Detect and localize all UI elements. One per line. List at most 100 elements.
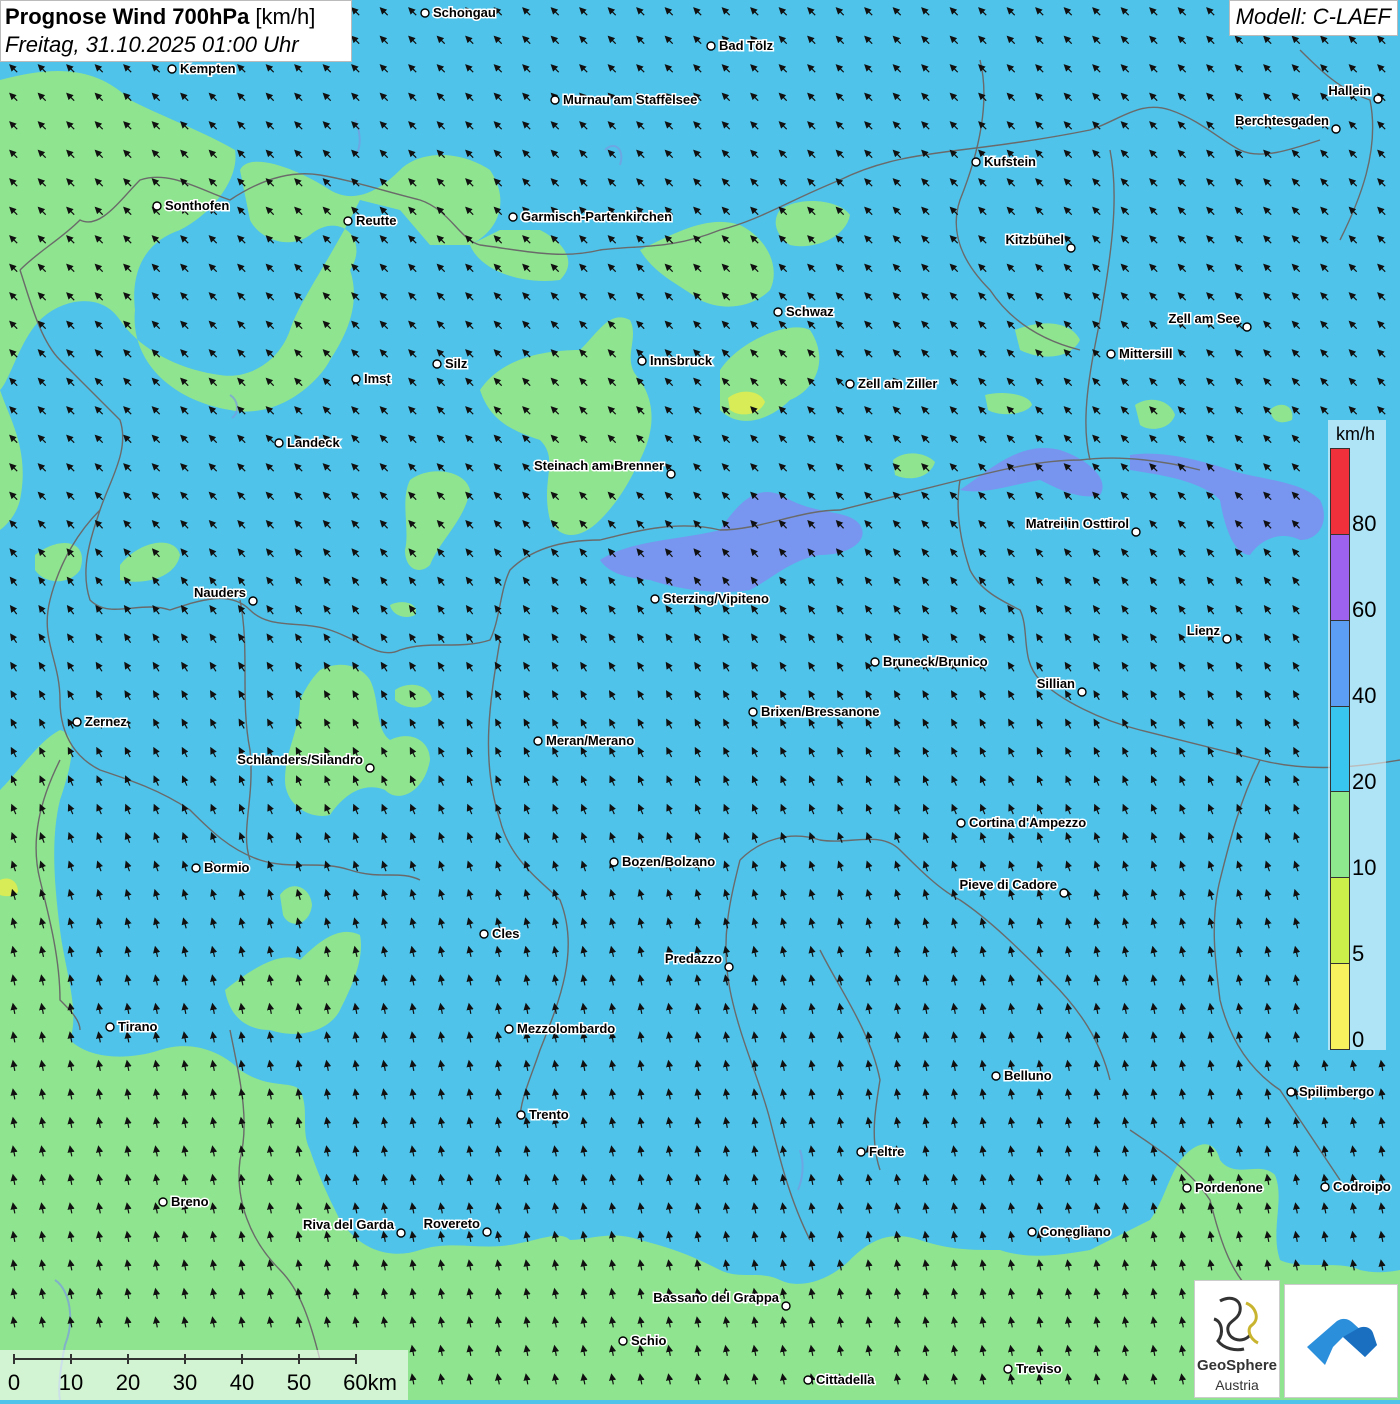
city-marker: Sonthofen <box>152 197 231 215</box>
city-dot <box>870 657 880 667</box>
city-marker: Innsbruck <box>637 352 714 370</box>
city-label: Zell am Ziller <box>858 376 937 391</box>
city-dot <box>1077 687 1087 697</box>
city-label: Pieve di Cadore <box>959 877 1057 892</box>
city-dot <box>365 763 375 773</box>
scale-tick <box>241 1354 243 1364</box>
city-label: Sterzing/Vipiteno <box>663 591 769 606</box>
scale-tick <box>70 1354 72 1364</box>
legend-tick-label: 40 <box>1352 683 1377 708</box>
city-marker: Cortina d'Ampezzo <box>956 814 1088 832</box>
scale-label: 10 <box>58 1370 84 1395</box>
city-marker: Sterzing/Vipiteno <box>650 590 770 608</box>
city-dot <box>781 1301 791 1311</box>
city-label: Zell am See <box>1168 311 1240 326</box>
scale-label: 20 <box>115 1370 141 1395</box>
city-marker: Bruneck/Brunico <box>870 653 989 671</box>
geosphere-logo[interactable]: GeoSphere Austria <box>1194 1280 1280 1398</box>
city-dot <box>748 707 758 717</box>
legend-tick-label: 60 <box>1352 597 1377 622</box>
city-label: Sillian <box>1037 676 1075 691</box>
city-label: Mittersill <box>1119 346 1172 361</box>
model-label: Modell: C-LAEF <box>1228 0 1398 36</box>
city-dot <box>479 929 489 939</box>
city-label: Kitzbühel <box>1006 232 1065 247</box>
city-dot <box>1027 1227 1037 1237</box>
city-dot <box>856 1147 866 1157</box>
city-label: Imst <box>364 371 391 386</box>
city-dot <box>971 157 981 167</box>
city-label: Riva del Garda <box>303 1217 395 1232</box>
city-label: Landeck <box>287 435 341 450</box>
scale-tick <box>127 1354 129 1364</box>
map-title-unit: [km/h] <box>249 4 316 29</box>
partner-logo[interactable] <box>1284 1284 1398 1398</box>
city-label: Treviso <box>1016 1361 1062 1376</box>
city-label: Schwaz <box>786 304 834 319</box>
city-dot <box>803 1375 813 1385</box>
city-dot <box>1373 94 1383 104</box>
city-label: Matrei in Osttirol <box>1026 516 1129 531</box>
city-label: Garmisch-Partenkirchen <box>521 209 672 224</box>
legend-swatch <box>1331 792 1349 879</box>
legend-swatch <box>1331 534 1349 621</box>
scale-tick <box>13 1354 15 1364</box>
map-title: Prognose Wind 700hPa [km/h] <box>5 4 347 30</box>
city-marker: Zell am Ziller <box>845 375 939 393</box>
city-label: Innsbruck <box>650 353 713 368</box>
city-dot <box>618 1336 628 1346</box>
city-dot <box>482 1227 492 1237</box>
city-dot <box>167 64 177 74</box>
city-label: Pordenone <box>1195 1180 1263 1195</box>
scale-tick <box>298 1354 300 1364</box>
legend-unit: km/h <box>1336 424 1376 444</box>
city-label: Trento <box>529 1107 569 1122</box>
city-dot <box>1106 349 1116 359</box>
city-label: Bad Tölz <box>719 38 774 53</box>
city-label: Breno <box>171 1194 209 1209</box>
city-dot <box>1182 1183 1192 1193</box>
city-dot <box>1059 888 1069 898</box>
city-dot <box>1222 634 1232 644</box>
city-label: Murnau am Staffelsee <box>563 92 697 107</box>
city-dot <box>152 201 162 211</box>
city-dot <box>991 1071 1001 1081</box>
city-marker: Pordenone <box>1182 1179 1264 1197</box>
city-label: Cles <box>492 926 519 941</box>
city-dot <box>1331 124 1341 134</box>
city-dot <box>158 1197 168 1207</box>
city-label: Bruneck/Brunico <box>883 654 988 669</box>
legend-swatch <box>1331 878 1349 965</box>
city-label: Meran/Merano <box>546 733 634 748</box>
city-marker: Brixen/Bressanone <box>748 703 881 721</box>
city-marker: Conegliano <box>1027 1223 1112 1241</box>
map-title-text: Prognose Wind 700hPa <box>5 4 250 29</box>
city-dot <box>508 212 518 222</box>
city-dot <box>956 818 966 828</box>
legend-swatch <box>1331 964 1349 1050</box>
city-label: Brixen/Bressanone <box>761 704 880 719</box>
city-label: Cortina d'Ampezzo <box>969 815 1086 830</box>
city-label: Codroipo <box>1333 1179 1391 1194</box>
city-label: Belluno <box>1004 1068 1052 1083</box>
scale-tick <box>184 1354 186 1364</box>
city-marker: Murnau am Staffelsee <box>550 91 699 109</box>
legend-color-bar <box>1330 448 1350 1050</box>
city-dot <box>432 359 442 369</box>
city-label: Tirano <box>118 1019 158 1034</box>
city-label: Schlanders/Silandro <box>237 752 363 767</box>
scale-label: 60km <box>343 1370 397 1395</box>
scale-label: 50 <box>286 1370 312 1395</box>
city-marker: Schongau <box>420 4 497 22</box>
city-dot <box>105 1022 115 1032</box>
legend-swatch <box>1331 449 1349 535</box>
city-dot <box>637 356 647 366</box>
city-label: Mezzolombardo <box>517 1021 615 1036</box>
city-dot <box>274 438 284 448</box>
city-dot <box>351 374 361 384</box>
legend-tick-label: 10 <box>1352 855 1377 880</box>
city-label: Schongau <box>433 5 496 20</box>
city-dot <box>248 596 258 606</box>
city-label: Kufstein <box>984 154 1036 169</box>
city-label: Cittadella <box>816 1372 875 1387</box>
